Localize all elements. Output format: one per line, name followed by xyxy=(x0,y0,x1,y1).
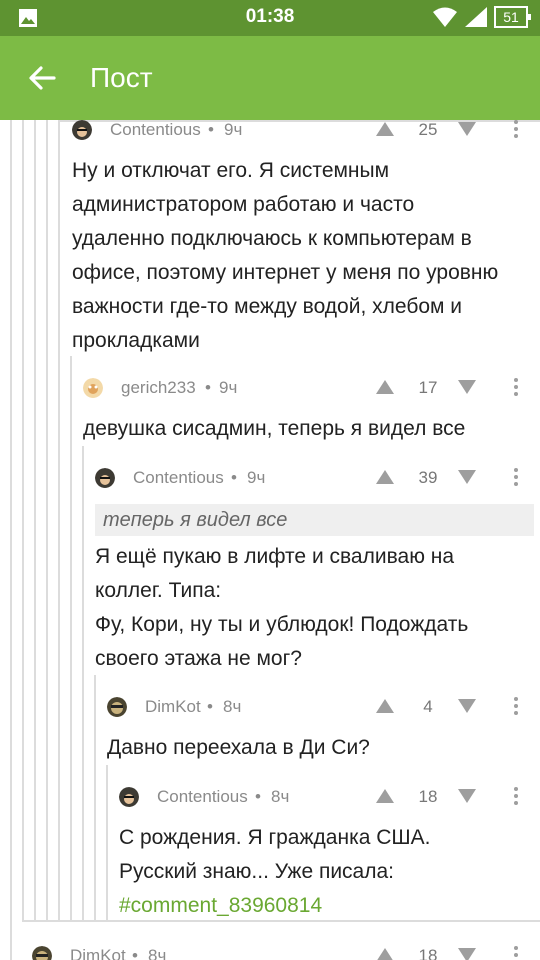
comment-header: gerich233 • 9ч 17 xyxy=(83,378,540,412)
battery-icon: 51 xyxy=(494,6,531,28)
comment-header: DimKot • 8ч 4 xyxy=(107,697,540,731)
comment: gerich233 • 9ч 17 девушка сисадмин, тепе… xyxy=(83,378,540,446)
avatar[interactable] xyxy=(83,378,103,398)
separator: • xyxy=(208,120,214,139)
avatar[interactable] xyxy=(32,946,52,960)
app-bar: Пост xyxy=(0,36,540,120)
comment-rating: 18 xyxy=(418,787,438,806)
more-vert-icon[interactable] xyxy=(511,120,521,138)
separator: • xyxy=(207,697,213,716)
quoted-text: теперь я видел все xyxy=(95,504,534,536)
comment-rating: 17 xyxy=(418,378,438,397)
upvote-icon[interactable] xyxy=(376,122,394,136)
comment-header: Contentious • 8ч 18 xyxy=(119,787,540,821)
separator: • xyxy=(205,378,211,397)
comment-header: Contentious • 9ч 25 xyxy=(72,120,540,154)
comment-text: С рождения. Я гражданка США. Русский зна… xyxy=(119,821,540,923)
thread-line xyxy=(34,120,36,922)
more-vert-icon[interactable] xyxy=(511,787,521,805)
comment: Contentious • 9ч 25 Ну и отключат его. Я… xyxy=(72,120,540,358)
downvote-icon[interactable] xyxy=(458,948,476,960)
downvote-icon[interactable] xyxy=(458,699,476,713)
back-arrow-icon[interactable] xyxy=(26,62,58,94)
upvote-icon[interactable] xyxy=(376,789,394,803)
comment-rating: 25 xyxy=(418,120,438,139)
comment-text: Давно переехала в Ди Си? xyxy=(107,736,370,759)
more-vert-icon[interactable] xyxy=(511,468,521,486)
comment: DimKot • 8ч 18 xyxy=(32,946,540,960)
wifi-icon xyxy=(433,7,457,27)
comment-author[interactable]: Contentious xyxy=(133,468,224,488)
page-title: Пост xyxy=(90,62,153,93)
status-bar: 01:38 51 xyxy=(0,0,540,36)
comment-text: девушка сисадмин, теперь я видел все xyxy=(83,417,466,440)
comment-rating: 4 xyxy=(423,697,433,716)
comment-time: 9ч xyxy=(224,120,243,139)
downvote-icon[interactable] xyxy=(458,470,476,484)
upvote-icon[interactable] xyxy=(376,380,394,394)
downvote-icon[interactable] xyxy=(458,122,476,136)
comment-time: 8ч xyxy=(148,946,167,960)
more-vert-icon[interactable] xyxy=(511,378,521,396)
comment-header: Contentious • 9ч 39 xyxy=(95,468,540,502)
comment: Contentious • 9ч 39 теперь я видел все Я… xyxy=(95,468,540,676)
thread-line xyxy=(94,675,96,922)
thread-line xyxy=(70,356,72,922)
upvote-icon[interactable] xyxy=(376,470,394,484)
avatar[interactable] xyxy=(119,787,139,807)
separator: • xyxy=(132,946,138,960)
thread-line xyxy=(82,446,84,922)
comment-time: 9ч xyxy=(247,468,266,487)
comment-author[interactable]: DimKot xyxy=(70,946,126,960)
comment-author[interactable]: Contentious xyxy=(157,787,248,807)
comment-author[interactable]: Contentious xyxy=(110,120,201,140)
comment-text: Я ещё пукаю в лифте и сваливаю на коллег… xyxy=(95,545,469,670)
avatar[interactable] xyxy=(72,120,92,140)
thread-line xyxy=(22,120,24,922)
comment-link[interactable]: #comment_83960814 xyxy=(119,889,540,923)
comment-author[interactable]: DimKot xyxy=(145,697,201,717)
comment-author[interactable]: gerich233 xyxy=(121,378,196,398)
thread-line xyxy=(58,120,60,922)
more-vert-icon[interactable] xyxy=(511,946,521,960)
comment-header: DimKot • 8ч 18 xyxy=(32,946,540,960)
thread-line xyxy=(10,120,12,960)
comment-rating: 39 xyxy=(418,468,438,487)
comment-time: 8ч xyxy=(271,787,290,806)
more-vert-icon[interactable] xyxy=(511,697,521,715)
avatar[interactable] xyxy=(95,468,115,488)
downvote-icon[interactable] xyxy=(458,789,476,803)
comment-text: Ну и отключат его. Я системным администр… xyxy=(72,159,499,352)
avatar[interactable] xyxy=(107,697,127,717)
comment-time: 8ч xyxy=(223,697,242,716)
comment-thread: Contentious • 9ч 25 Ну и отключат его. Я… xyxy=(0,120,540,960)
thread-line xyxy=(46,120,48,922)
upvote-icon[interactable] xyxy=(376,699,394,713)
separator: • xyxy=(231,468,237,487)
downvote-icon[interactable] xyxy=(458,380,476,394)
upvote-icon[interactable] xyxy=(376,948,394,960)
comment-rating: 18 xyxy=(418,946,438,960)
comment: DimKot • 8ч 4 Давно переехала в Ди Си? xyxy=(107,697,540,765)
comment-time: 9ч xyxy=(219,378,238,397)
thread-line xyxy=(106,765,108,922)
comment: Contentious • 8ч 18 С рождения. Я гражда… xyxy=(119,787,540,923)
separator: • xyxy=(255,787,261,806)
signal-icon xyxy=(465,7,487,27)
